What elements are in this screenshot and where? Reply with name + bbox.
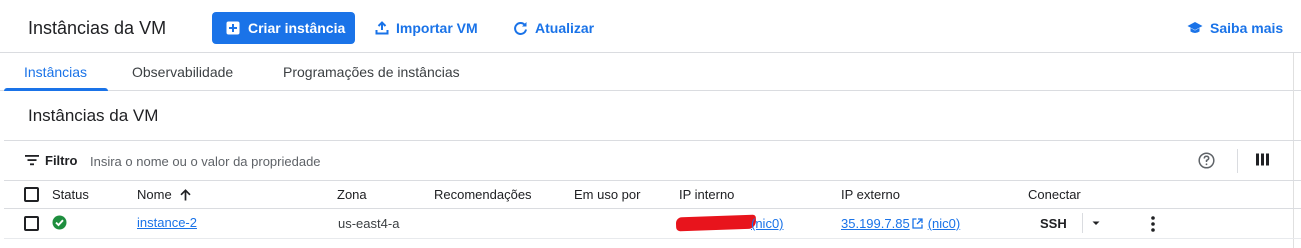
ssh-button[interactable]: SSH xyxy=(1040,216,1067,231)
filter-bar: Filtro xyxy=(4,141,1301,181)
column-zone[interactable]: Zona xyxy=(337,187,367,202)
refresh-label: Atualizar xyxy=(535,20,595,36)
column-internal-ip[interactable]: IP interno xyxy=(679,187,734,202)
redacted-internal-ip xyxy=(675,214,757,232)
column-name[interactable]: Nome xyxy=(137,187,191,202)
instance-zone: us-east4-a xyxy=(338,216,400,231)
active-tab-indicator xyxy=(4,88,108,91)
filter-list-icon[interactable] xyxy=(25,154,39,166)
table-header: Status Nome Zona Recomendações Em uso po… xyxy=(4,181,1301,209)
arrow-up-icon xyxy=(180,188,191,201)
ssh-split-divider xyxy=(1082,213,1083,233)
learn-more-link[interactable]: Saiba mais xyxy=(1187,12,1283,44)
page-title: Instâncias da VM xyxy=(28,18,167,38)
tab-observability[interactable]: Observabilidade xyxy=(132,53,233,91)
add-box-icon xyxy=(226,21,240,35)
help-circle-icon[interactable] xyxy=(1198,152,1215,169)
tab-observability-label: Observabilidade xyxy=(132,64,234,80)
tab-instances-label: Instâncias xyxy=(24,64,88,80)
check-circle-icon xyxy=(52,215,67,230)
row-checkbox[interactable] xyxy=(24,216,39,231)
column-in-use-by[interactable]: Em uso por xyxy=(574,187,640,202)
section-title: Instâncias da VM xyxy=(28,106,159,125)
external-ip-link[interactable]: 35.199.7.85 xyxy=(841,216,910,231)
tab-bar: Instâncias Observabilidade Programações … xyxy=(0,53,1301,91)
tab-instances[interactable]: Instâncias xyxy=(24,53,87,91)
tab-instance-schedules[interactable]: Programações de instâncias xyxy=(283,53,460,91)
view-column-icon[interactable] xyxy=(1256,153,1269,166)
column-name-label: Nome xyxy=(137,187,172,202)
refresh-icon xyxy=(513,21,528,36)
column-connect[interactable]: Conectar xyxy=(1028,187,1081,202)
column-recommendations[interactable]: Recomendações xyxy=(434,187,532,202)
filter-label: Filtro xyxy=(45,153,78,168)
import-vm-button[interactable]: Importar VM xyxy=(375,12,478,44)
column-external-ip[interactable]: IP externo xyxy=(841,187,900,202)
page: Instâncias da VM Criar instância Importa… xyxy=(0,0,1301,248)
tab-instance-schedules-label: Programações de instâncias xyxy=(283,64,460,80)
internal-ip-nic-link[interactable]: (nic0) xyxy=(751,216,784,231)
external-ip-cell: 35.199.7.85 (nic0) xyxy=(841,216,960,231)
column-status[interactable]: Status xyxy=(52,187,89,202)
chevron-down-icon[interactable] xyxy=(1091,214,1101,232)
filter-divider xyxy=(1237,149,1238,173)
import-vm-label: Importar VM xyxy=(396,20,478,36)
instance-name-link[interactable]: instance-2 xyxy=(137,215,197,230)
filter-input[interactable] xyxy=(90,149,690,173)
table-row: instance-2 us-east4-a (nic0) 35.199.7.85… xyxy=(4,209,1301,239)
more-vert-icon[interactable] xyxy=(1150,215,1156,233)
select-all-checkbox[interactable] xyxy=(24,187,39,202)
open-in-new-icon[interactable] xyxy=(912,218,923,229)
learn-more-label: Saiba mais xyxy=(1210,20,1284,36)
school-icon xyxy=(1187,21,1203,35)
create-instance-label: Criar instância xyxy=(248,20,346,36)
refresh-button[interactable]: Atualizar xyxy=(513,12,594,44)
create-instance-button[interactable]: Criar instância xyxy=(212,12,355,44)
upload-icon xyxy=(375,21,389,35)
page-header: Instâncias da VM Criar instância Importa… xyxy=(0,0,1301,53)
external-ip-nic-link[interactable]: (nic0) xyxy=(928,216,961,231)
